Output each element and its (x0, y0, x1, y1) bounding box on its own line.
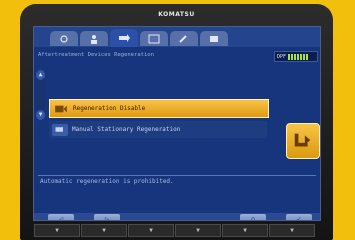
hard-key-f2[interactable]: ▼ (81, 224, 127, 237)
tab-settings[interactable] (50, 31, 78, 46)
hard-key-f1[interactable]: ▼ (34, 224, 80, 237)
menu-item-manual-regeneration[interactable]: Manual Stationary Regeneration (49, 121, 267, 138)
dpf-segment (288, 53, 291, 60)
stationary-regeneration-icon (286, 123, 320, 159)
tab-maintenance[interactable] (170, 31, 198, 46)
dpf-segment (294, 53, 297, 60)
scroll-control[interactable]: ▲ ▼ (36, 70, 45, 120)
dpf-segment (291, 53, 294, 60)
dpf-segment (300, 53, 303, 60)
dpf-segment (303, 53, 306, 60)
tab-person[interactable] (80, 31, 108, 46)
hard-key-f3[interactable]: ▼ (128, 224, 174, 237)
hard-key-row: ▼ ▼ ▼ ▼ ▼ ▼ (33, 220, 319, 240)
screen-title: Aftertreatment Devices Regeneration (38, 52, 154, 58)
menu-item-label: Manual Stationary Regeneration (72, 126, 181, 133)
menu-item-label: Regeneration Disable (73, 105, 146, 112)
monitor-bezel: KOMATSU Aftertreatment Devices Regenerat… (20, 4, 333, 240)
tab-info[interactable] (200, 31, 228, 46)
regeneration-tab-icon (119, 34, 130, 42)
regeneration-disable-icon (53, 103, 69, 115)
person-icon (91, 34, 97, 44)
brand-logo: KOMATSU (158, 11, 195, 18)
hard-key-f4[interactable]: ▼ (175, 224, 221, 237)
hard-key-f5[interactable]: ▼ (222, 224, 268, 237)
dpf-segment (306, 53, 309, 60)
dpf-label: DPF (277, 53, 287, 60)
scroll-down-icon[interactable]: ▼ (36, 110, 45, 120)
maintenance-icon (179, 34, 187, 43)
settings-icon (60, 34, 68, 43)
tab-screen[interactable] (140, 31, 168, 46)
dpf-segment (297, 53, 300, 60)
screen-icon (148, 34, 160, 43)
scroll-up-icon[interactable]: ▲ (36, 70, 45, 80)
menu-item-regeneration-disable[interactable]: Regeneration Disable (49, 99, 269, 118)
status-message: Automatic regeneration is prohibited. (38, 175, 316, 213)
tab-bar (34, 27, 320, 47)
tab-regeneration[interactable] (110, 29, 138, 47)
monitor-screen: Aftertreatment Devices Regeneration DPF … (33, 26, 321, 221)
manual-regeneration-icon (52, 123, 68, 136)
dpf-level-indicator: DPF (274, 51, 318, 62)
info-icon (210, 35, 218, 42)
hard-key-f6[interactable]: ▼ (269, 224, 315, 237)
